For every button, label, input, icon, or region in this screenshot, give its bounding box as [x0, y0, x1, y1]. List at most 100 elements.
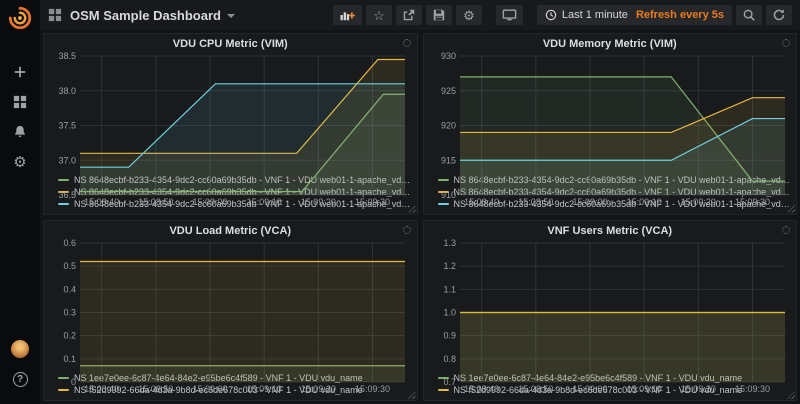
share-icon: [402, 8, 416, 22]
svg-text:930: 930: [440, 52, 455, 61]
svg-text:0: 0: [71, 377, 76, 387]
grafana-logo-icon[interactable]: [7, 5, 33, 31]
svg-text:15:09:00: 15:09:00: [572, 197, 607, 207]
svg-text:15:08:40: 15:08:40: [84, 197, 119, 207]
chart-area: 36.537.037.538.038.515:08:4015:08:5015:0…: [50, 52, 411, 172]
svg-text:15:09:20: 15:09:20: [301, 384, 336, 394]
chart-canvas[interactable]: 91091592092593015:08:4015:08:5015:09:001…: [430, 52, 791, 208]
svg-text:1.0: 1.0: [443, 307, 456, 317]
panel-vdu-memory-metric: VDU Memory Metric (VIM) 9109159209259301…: [423, 33, 798, 215]
chart-canvas[interactable]: 0.70.80.91.01.11.21.315:08:4015:08:5015:…: [430, 239, 791, 395]
panel-vnf-users-metric: VNF Users Metric (VCA) 0.70.80.91.01.11.…: [423, 220, 798, 402]
svg-text:15:08:40: 15:08:40: [464, 197, 499, 207]
zoom-out-button[interactable]: [736, 5, 762, 25]
svg-text:0.1: 0.1: [63, 353, 76, 363]
sidebar-item-create[interactable]: [0, 57, 40, 87]
svg-text:15:08:50: 15:08:50: [138, 197, 173, 207]
svg-text:38.0: 38.0: [58, 86, 76, 96]
panel-vdu-load-metric: VDU Load Metric (VCA) 00.10.20.30.40.50.…: [43, 220, 418, 402]
star-icon: ☆: [373, 9, 385, 22]
chart-area: 0.70.80.91.01.11.21.315:08:4015:08:5015:…: [430, 239, 791, 371]
svg-text:1.2: 1.2: [443, 261, 456, 271]
svg-text:15:09:10: 15:09:10: [626, 384, 661, 394]
star-button[interactable]: ☆: [366, 5, 392, 25]
svg-text:37.0: 37.0: [58, 155, 76, 165]
svg-text:0.4: 0.4: [63, 284, 76, 294]
refresh-interval-label: Refresh every 5s: [636, 9, 724, 21]
toolbar: ☆ ⚙: [329, 5, 792, 25]
svg-text:15:09:30: 15:09:30: [734, 384, 769, 394]
add-panel-button[interactable]: [333, 5, 362, 25]
loading-spinner-icon: [782, 39, 790, 47]
sidebar-item-configuration[interactable]: ⚙: [0, 147, 40, 177]
svg-text:15:09:10: 15:09:10: [247, 384, 282, 394]
svg-text:15:09:30: 15:09:30: [355, 197, 390, 207]
bell-icon: [13, 125, 27, 139]
svg-text:15:08:50: 15:08:50: [518, 197, 553, 207]
svg-text:0.5: 0.5: [63, 261, 76, 271]
svg-text:15:09:30: 15:09:30: [734, 197, 769, 207]
dashboards-grid-icon: [13, 95, 27, 109]
svg-text:36.5: 36.5: [58, 190, 76, 200]
share-button[interactable]: [396, 5, 422, 25]
monitor-icon: [502, 8, 517, 22]
svg-text:38.5: 38.5: [58, 52, 76, 61]
avatar-image: [11, 340, 29, 358]
time-range-picker[interactable]: Last 1 minute Refresh every 5s: [537, 5, 732, 25]
panel-title[interactable]: VDU CPU Metric (VIM): [50, 37, 411, 52]
svg-text:37.5: 37.5: [58, 121, 76, 131]
dashboard-grid: VDU CPU Metric (VIM) 36.5 37.0 37.5 38.0 38.…: [40, 30, 800, 404]
plus-icon: [13, 65, 27, 79]
svg-text:15:08:50: 15:08:50: [138, 384, 173, 394]
dashboard-title-dropdown[interactable]: OSM Sample Dashboard: [48, 8, 235, 23]
chart-canvas[interactable]: 00.10.20.30.40.50.615:08:4015:08:5015:09…: [50, 239, 411, 395]
loading-spinner-icon: [403, 39, 411, 47]
bar-chart-plus-icon: [339, 8, 356, 22]
svg-text:15:09:20: 15:09:20: [301, 197, 336, 207]
svg-text:15:08:50: 15:08:50: [518, 384, 553, 394]
page-title: OSM Sample Dashboard: [70, 8, 221, 23]
save-icon: [432, 8, 446, 22]
sidebar-item-alerting[interactable]: [0, 117, 40, 147]
svg-text:910: 910: [440, 190, 455, 200]
svg-text:925: 925: [440, 86, 455, 96]
loading-spinner-icon: [782, 226, 790, 234]
svg-text:15:08:40: 15:08:40: [464, 384, 499, 394]
chart-canvas[interactable]: 36.5 37.0 37.5 38.0 38.5 15:08:40 15:08:50 15:0…: [50, 52, 411, 208]
panel-vdu-cpu-metric: VDU CPU Metric (VIM) 36.5 37.0 37.5 38.0 38.…: [43, 33, 418, 215]
svg-text:0.8: 0.8: [443, 353, 456, 363]
chart-area: 00.10.20.30.40.50.615:08:4015:08:5015:09…: [50, 239, 411, 371]
svg-text:0.3: 0.3: [63, 307, 76, 317]
svg-text:0.9: 0.9: [443, 330, 456, 340]
svg-text:15:09:10: 15:09:10: [626, 197, 661, 207]
panel-title[interactable]: VDU Memory Metric (VIM): [430, 37, 791, 52]
dashboard-grid-icon: [48, 8, 62, 22]
chevron-down-icon: [227, 14, 235, 18]
dashboard-settings-button[interactable]: ⚙: [456, 5, 482, 25]
gear-icon: ⚙: [13, 155, 26, 170]
refresh-button[interactable]: [766, 5, 792, 25]
sidebar-item-dashboards[interactable]: [0, 87, 40, 117]
panel-title[interactable]: VDU Load Metric (VCA): [50, 224, 411, 239]
magnifier-icon: [742, 8, 756, 22]
svg-text:15:09:20: 15:09:20: [680, 197, 715, 207]
svg-text:15:09:10: 15:09:10: [247, 197, 282, 207]
time-range-label: Last 1 minute: [562, 9, 628, 21]
sidebar: ⚙ ?: [0, 0, 40, 404]
cycle-view-button[interactable]: [496, 5, 523, 25]
svg-text:1.3: 1.3: [443, 239, 456, 248]
svg-text:0.7: 0.7: [443, 377, 456, 387]
gear-icon: ⚙: [463, 9, 475, 22]
save-button[interactable]: [426, 5, 452, 25]
loading-spinner-icon: [403, 226, 411, 234]
refresh-icon: [772, 8, 786, 22]
svg-text:15:09:30: 15:09:30: [355, 384, 390, 394]
svg-text:15:09:20: 15:09:20: [680, 384, 715, 394]
chart-area: 91091592092593015:08:4015:08:5015:09:001…: [430, 52, 791, 172]
help-button[interactable]: ?: [0, 364, 40, 394]
user-avatar[interactable]: [0, 334, 40, 364]
svg-text:15:09:00: 15:09:00: [572, 384, 607, 394]
top-navbar: OSM Sample Dashboard ☆: [40, 0, 800, 30]
svg-text:0.2: 0.2: [63, 330, 76, 340]
panel-title[interactable]: VNF Users Metric (VCA): [430, 224, 791, 239]
